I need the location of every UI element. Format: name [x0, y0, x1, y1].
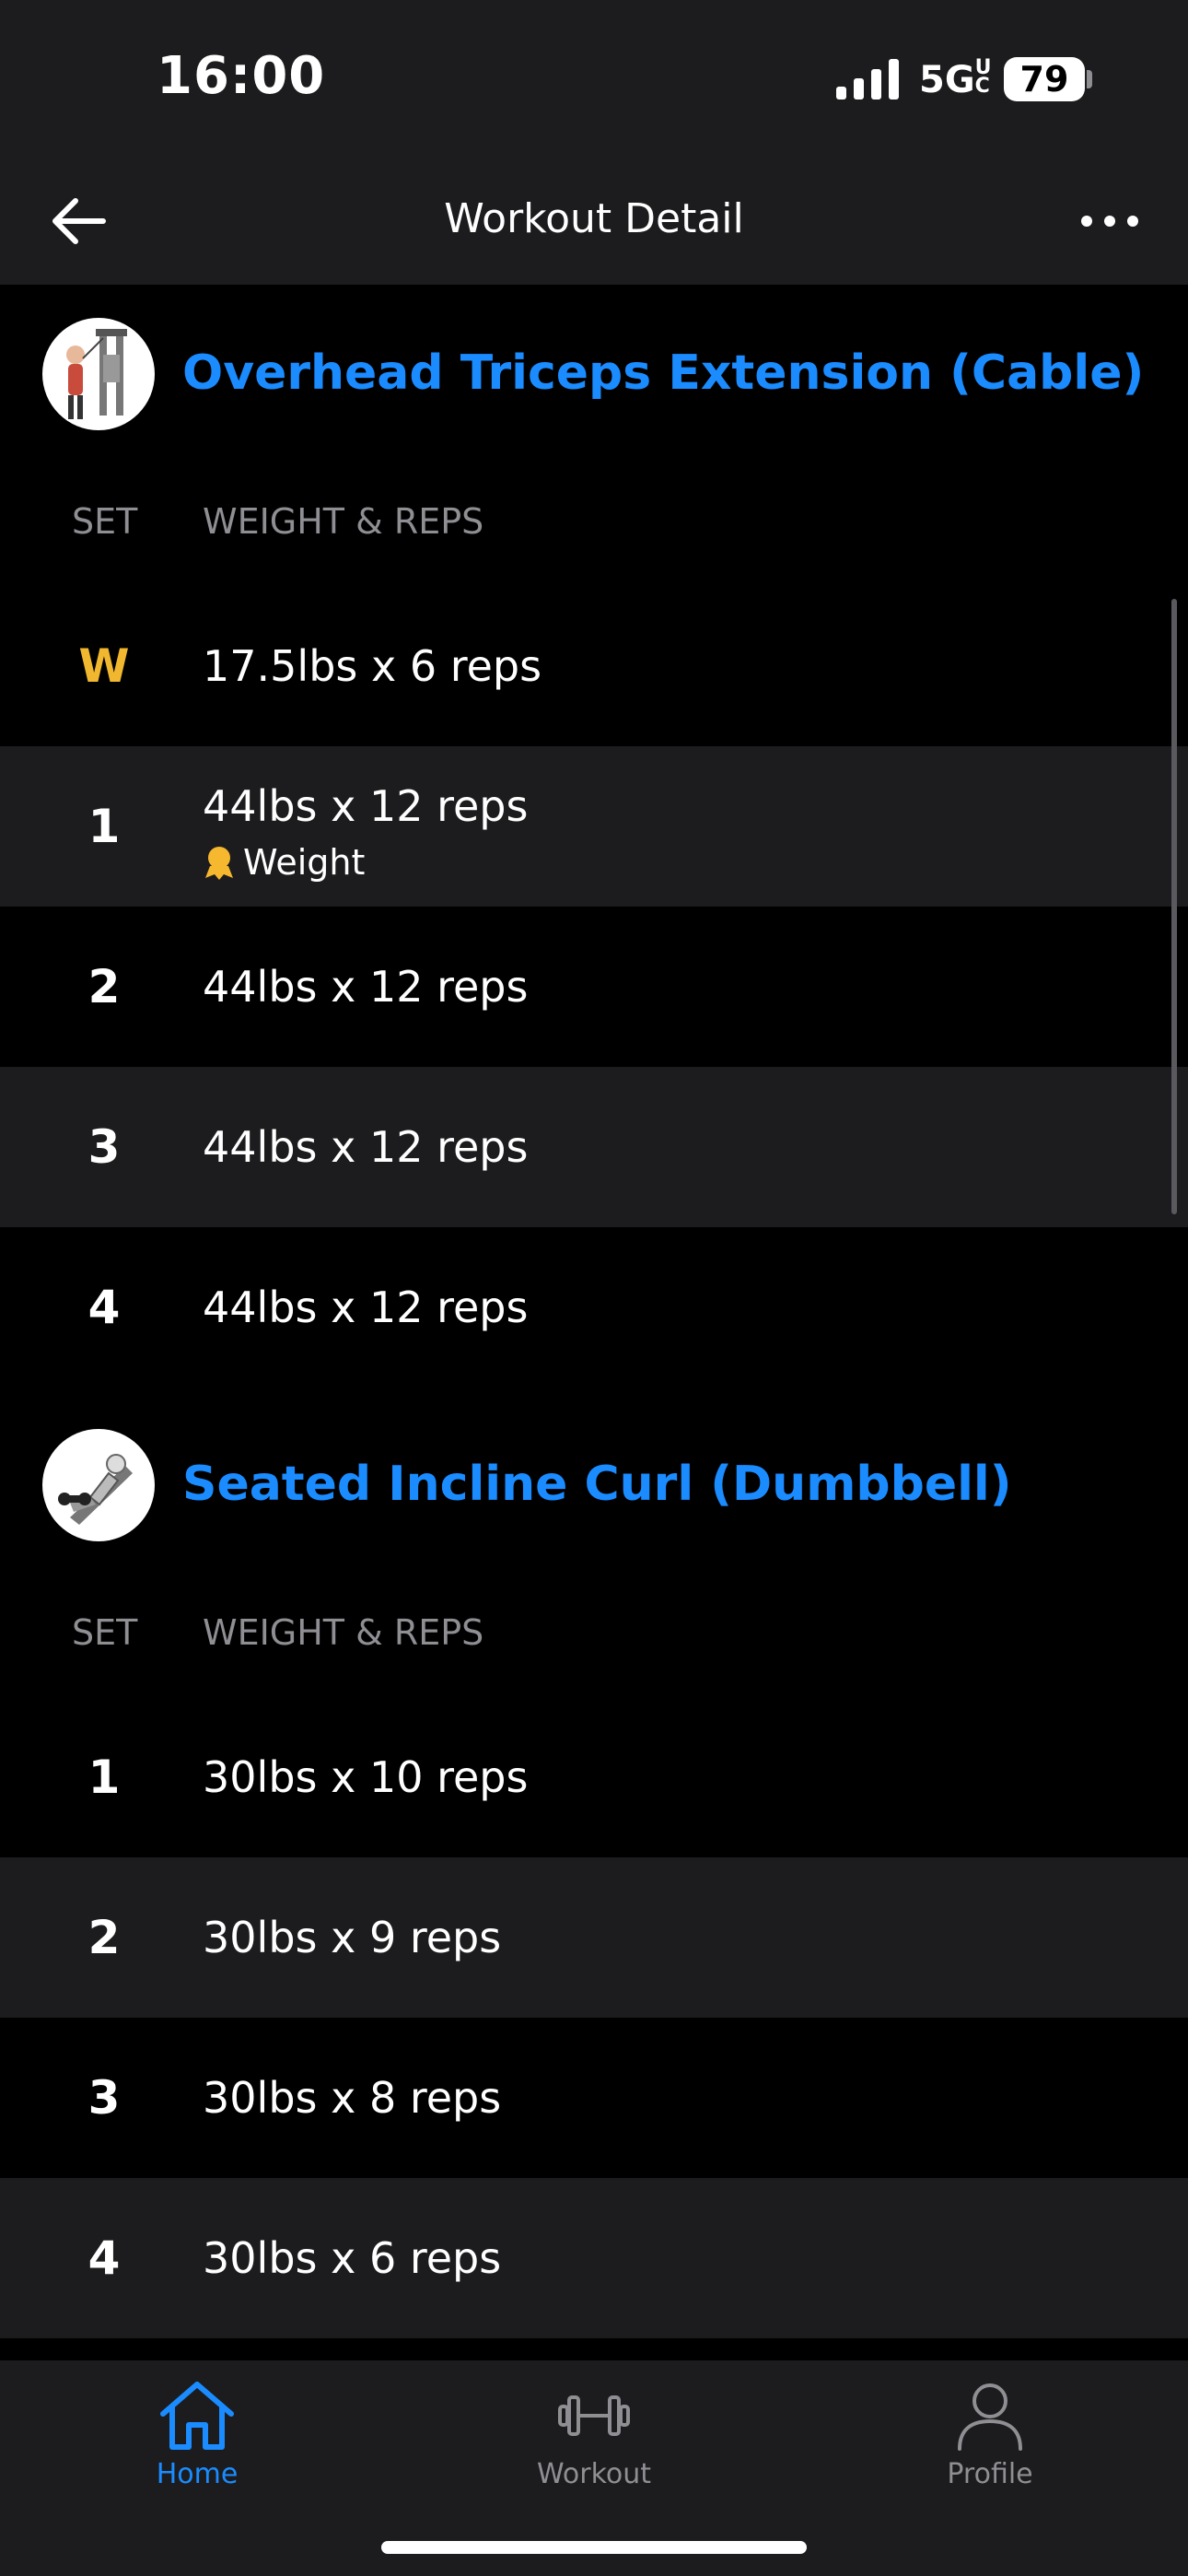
set-row: 4 44lbs x 12 reps — [0, 1227, 1188, 1388]
network-type: 5GUC — [919, 56, 996, 102]
set-number: 3 — [87, 1120, 121, 1174]
set-number: 4 — [87, 1281, 121, 1334]
medal-icon — [205, 847, 233, 880]
set-number: 1 — [87, 1751, 121, 1804]
tab-label: Workout — [536, 2458, 652, 2490]
set-weight-reps: 30lbs x 6 reps — [203, 2233, 502, 2283]
exercise-title[interactable]: Seated Incline Curl (Dumbbell) — [182, 1457, 1012, 1512]
set-number: 2 — [87, 1911, 121, 1964]
dumbbell-icon — [558, 2395, 630, 2436]
top-bar: 16:00 5GUC 79 Workout Detail — [0, 0, 1188, 285]
set-column-label: SET — [72, 1612, 138, 1653]
exercise-header[interactable]: Overhead Triceps Extension (Cable) — [0, 318, 1188, 438]
page-title: Workout Detail — [444, 195, 744, 242]
set-weight-reps: 30lbs x 9 reps — [203, 1913, 502, 1962]
cable-machine-icon — [66, 329, 127, 419]
network-label: 5G — [919, 59, 975, 101]
tab-workout[interactable]: Workout — [502, 2379, 686, 2490]
set-row: 2 30lbs x 9 reps — [0, 1857, 1188, 2018]
set-weight-reps: 44lbs x 12 reps — [203, 1122, 529, 1172]
exercise-header[interactable]: Seated Incline Curl (Dumbbell) — [0, 1429, 1188, 1549]
scroll-indicator[interactable] — [1171, 599, 1177, 1214]
battery-tip — [1087, 70, 1092, 88]
workout-detail-screen: 16:00 5GUC 79 Workout Detail Overhead Tr… — [0, 0, 1188, 2576]
set-weight-reps: 30lbs x 10 reps — [203, 1752, 529, 1802]
tab-label: Profile — [947, 2458, 1033, 2490]
profile-icon — [958, 2383, 1022, 2451]
more-options-icon[interactable] — [1077, 207, 1142, 235]
set-number: 3 — [87, 2071, 121, 2125]
set-row: 2 44lbs x 12 reps — [0, 907, 1188, 1067]
tab-home[interactable]: Home — [105, 2379, 289, 2490]
column-header: SET WEIGHT & REPS — [0, 1603, 1188, 1658]
pr-badge: Weight — [203, 842, 365, 883]
weight-reps-column-label: WEIGHT & REPS — [203, 1612, 484, 1653]
set-weight-reps: 30lbs x 8 reps — [203, 2073, 502, 2123]
column-header: SET WEIGHT & REPS — [0, 492, 1188, 547]
set-number: 1 — [87, 800, 121, 853]
set-row: 1 44lbs x 12 reps Weight — [0, 746, 1188, 907]
signal-icon — [836, 59, 899, 100]
incline-curl-icon — [58, 1454, 133, 1525]
set-row: 3 30lbs x 8 reps — [0, 2018, 1188, 2178]
set-weight-reps: 44lbs x 12 reps — [203, 962, 529, 1012]
weight-reps-column-label: WEIGHT & REPS — [203, 501, 484, 542]
set-row: W 17.5lbs x 6 reps — [0, 586, 1188, 746]
set-row: 4 30lbs x 6 reps — [0, 2178, 1188, 2338]
set-weight-reps: 17.5lbs x 6 reps — [203, 641, 542, 691]
set-row: 1 30lbs x 10 reps — [0, 1697, 1188, 1857]
set-number: 4 — [87, 2231, 121, 2285]
exercise-thumbnail[interactable] — [42, 318, 155, 430]
network-sub-label: UC — [974, 56, 992, 98]
battery-indicator: 79 — [1004, 57, 1085, 101]
set-number: 2 — [87, 960, 121, 1013]
home-indicator[interactable] — [381, 2541, 807, 2554]
set-weight-reps: 44lbs x 12 reps — [203, 1282, 529, 1332]
pr-badge-label: Weight — [243, 842, 366, 883]
set-row: 3 44lbs x 12 reps — [0, 1067, 1188, 1227]
set-number: W — [78, 639, 130, 693]
home-icon — [160, 2382, 234, 2450]
tab-profile[interactable]: Profile — [898, 2379, 1082, 2490]
set-column-label: SET — [72, 501, 138, 542]
exercise-thumbnail[interactable] — [42, 1429, 155, 1541]
tab-label: Home — [156, 2458, 239, 2490]
status-time: 16:00 — [157, 46, 326, 106]
exercise-title[interactable]: Overhead Triceps Extension (Cable) — [182, 345, 1144, 401]
